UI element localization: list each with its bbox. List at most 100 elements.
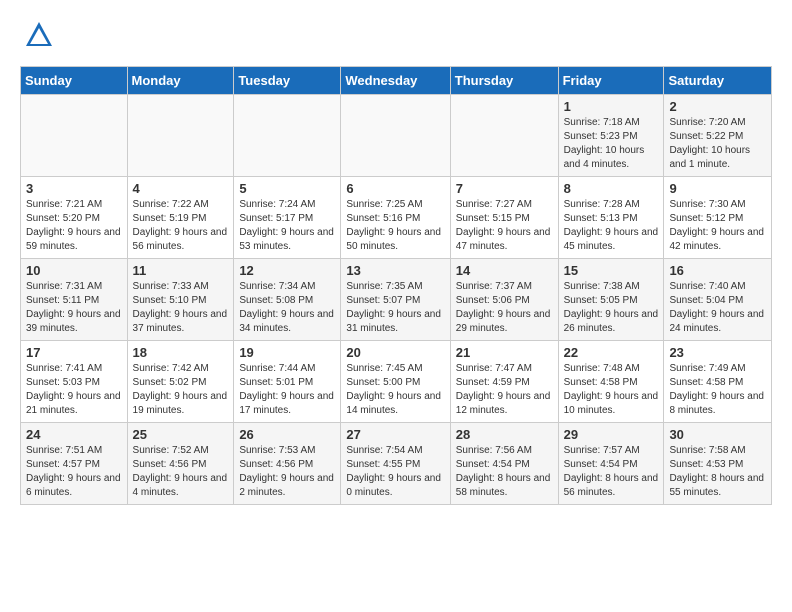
calendar-cell: 10Sunrise: 7:31 AM Sunset: 5:11 PM Dayli… xyxy=(21,259,128,341)
calendar-cell: 20 Sunrise: 7:45 AM Sunset: 5:00 PM Dayli… xyxy=(341,341,450,423)
weekday-header-thursday: Thursday xyxy=(450,67,558,95)
day-info: Sunrise: 7:24 AM Sunset: 5:17 PM Dayligh… xyxy=(239,198,335,254)
day-info: Sunrise: 7:48 AM Sunset: 4:58 PM Dayligh… xyxy=(564,362,659,418)
calendar-cell: 6 Sunrise: 7:25 AM Sunset: 5:16 PM Daylig… xyxy=(341,177,450,259)
day-number: 11 xyxy=(133,263,229,278)
calendar-cell: 15 Sunrise: 7:38 AM Sunset: 5:05 PM Dayli… xyxy=(558,259,664,341)
day-number: 3 xyxy=(26,181,122,196)
calendar-cell: 3 Sunrise: 7:21 AM Sunset: 5:20 PM Daylig… xyxy=(21,177,128,259)
weekday-header-saturday: Saturday xyxy=(664,67,772,95)
day-info: Sunrise: 7:57 AM Sunset: 4:54 PM Dayligh… xyxy=(564,444,659,500)
day-info: Sunrise: 7:21 AM Sunset: 5:20 PM Dayligh… xyxy=(26,198,122,254)
day-info: Sunrise: 7:53 AM Sunset: 4:56 PM Dayligh… xyxy=(239,444,335,500)
day-info: Sunrise: 7:41 AM Sunset: 5:03 PM Dayligh… xyxy=(26,362,122,418)
calendar-cell: 7 Sunrise: 7:27 AM Sunset: 5:15 PM Daylig… xyxy=(450,177,558,259)
weekday-header-wednesday: Wednesday xyxy=(341,67,450,95)
day-number: 5 xyxy=(239,181,335,196)
day-info: Sunrise: 7:25 AM Sunset: 5:16 PM Dayligh… xyxy=(346,198,444,254)
day-info: Sunrise: 7:18 AM Sunset: 5:23 PM Dayligh… xyxy=(564,116,659,172)
calendar-cell: 9 Sunrise: 7:30 AM Sunset: 5:12 PM Daylig… xyxy=(664,177,772,259)
day-number: 1 xyxy=(564,99,659,114)
week-row-3: 17 Sunrise: 7:41 AM Sunset: 5:03 PM Dayli… xyxy=(21,341,772,423)
calendar-cell: 1 Sunrise: 7:18 AM Sunset: 5:23 PM Daylig… xyxy=(558,95,664,177)
day-number: 25 xyxy=(133,427,229,442)
day-info: Sunrise: 7:58 AM Sunset: 4:53 PM Dayligh… xyxy=(669,444,766,500)
day-number: 29 xyxy=(564,427,659,442)
week-row-0: 1 Sunrise: 7:18 AM Sunset: 5:23 PM Daylig… xyxy=(21,95,772,177)
calendar-cell: 12 Sunrise: 7:34 AM Sunset: 5:08 PM Dayli… xyxy=(234,259,341,341)
calendar-cell: 21 Sunrise: 7:47 AM Sunset: 4:59 PM Dayli… xyxy=(450,341,558,423)
day-number: 15 xyxy=(564,263,659,278)
calendar: SundayMondayTuesdayWednesdayThursdayFrid… xyxy=(20,66,772,505)
calendar-cell xyxy=(234,95,341,177)
week-row-1: 3 Sunrise: 7:21 AM Sunset: 5:20 PM Daylig… xyxy=(21,177,772,259)
calendar-cell: 17 Sunrise: 7:41 AM Sunset: 5:03 PM Dayli… xyxy=(21,341,128,423)
day-info: Sunrise: 7:30 AM Sunset: 5:12 PM Dayligh… xyxy=(669,198,766,254)
calendar-cell: 13 Sunrise: 7:35 AM Sunset: 5:07 PM Dayli… xyxy=(341,259,450,341)
calendar-cell: 11Sunrise: 7:33 AM Sunset: 5:10 PM Dayli… xyxy=(127,259,234,341)
day-number: 21 xyxy=(456,345,553,360)
day-info: Sunrise: 7:38 AM Sunset: 5:05 PM Dayligh… xyxy=(564,280,659,336)
day-number: 17 xyxy=(26,345,122,360)
calendar-body: 1 Sunrise: 7:18 AM Sunset: 5:23 PM Daylig… xyxy=(21,95,772,505)
day-info: Sunrise: 7:42 AM Sunset: 5:02 PM Dayligh… xyxy=(133,362,229,418)
calendar-cell xyxy=(450,95,558,177)
day-info: Sunrise: 7:22 AM Sunset: 5:19 PM Dayligh… xyxy=(133,198,229,254)
day-number: 12 xyxy=(239,263,335,278)
day-number: 8 xyxy=(564,181,659,196)
page: SundayMondayTuesdayWednesdayThursdayFrid… xyxy=(0,0,792,525)
day-info: Sunrise: 7:37 AM Sunset: 5:06 PM Dayligh… xyxy=(456,280,553,336)
day-number: 14 xyxy=(456,263,553,278)
day-info: Sunrise: 7:47 AM Sunset: 4:59 PM Dayligh… xyxy=(456,362,553,418)
calendar-cell: 4 Sunrise: 7:22 AM Sunset: 5:19 PM Daylig… xyxy=(127,177,234,259)
day-number: 26 xyxy=(239,427,335,442)
day-number: 24 xyxy=(26,427,122,442)
day-number: 23 xyxy=(669,345,766,360)
calendar-cell xyxy=(341,95,450,177)
day-info: Sunrise: 7:52 AM Sunset: 4:56 PM Dayligh… xyxy=(133,444,229,500)
calendar-cell: 19Sunrise: 7:44 AM Sunset: 5:01 PM Dayli… xyxy=(234,341,341,423)
calendar-cell: 24Sunrise: 7:51 AM Sunset: 4:57 PM Dayli… xyxy=(21,423,128,505)
day-info: Sunrise: 7:54 AM Sunset: 4:55 PM Dayligh… xyxy=(346,444,444,500)
day-info: Sunrise: 7:20 AM Sunset: 5:22 PM Dayligh… xyxy=(669,116,766,172)
calendar-cell: 5 Sunrise: 7:24 AM Sunset: 5:17 PM Daylig… xyxy=(234,177,341,259)
calendar-cell: 22Sunrise: 7:48 AM Sunset: 4:58 PM Dayli… xyxy=(558,341,664,423)
calendar-cell: 23 Sunrise: 7:49 AM Sunset: 4:58 PM Dayli… xyxy=(664,341,772,423)
day-info: Sunrise: 7:49 AM Sunset: 4:58 PM Dayligh… xyxy=(669,362,766,418)
weekday-header-sunday: Sunday xyxy=(21,67,128,95)
calendar-cell: 8 Sunrise: 7:28 AM Sunset: 5:13 PM Daylig… xyxy=(558,177,664,259)
logo-icon xyxy=(24,20,54,50)
day-number: 28 xyxy=(456,427,553,442)
calendar-cell: 18 Sunrise: 7:42 AM Sunset: 5:02 PM Dayli… xyxy=(127,341,234,423)
calendar-cell: 27 Sunrise: 7:54 AM Sunset: 4:55 PM Dayli… xyxy=(341,423,450,505)
calendar-cell: 14 Sunrise: 7:37 AM Sunset: 5:06 PM Dayli… xyxy=(450,259,558,341)
weekday-header-row: SundayMondayTuesdayWednesdayThursdayFrid… xyxy=(21,67,772,95)
day-info: Sunrise: 7:34 AM Sunset: 5:08 PM Dayligh… xyxy=(239,280,335,336)
calendar-cell xyxy=(21,95,128,177)
day-info: Sunrise: 7:35 AM Sunset: 5:07 PM Dayligh… xyxy=(346,280,444,336)
day-number: 9 xyxy=(669,181,766,196)
day-number: 18 xyxy=(133,345,229,360)
weekday-header-monday: Monday xyxy=(127,67,234,95)
calendar-cell: 29 Sunrise: 7:57 AM Sunset: 4:54 PM Dayli… xyxy=(558,423,664,505)
week-row-4: 24Sunrise: 7:51 AM Sunset: 4:57 PM Dayli… xyxy=(21,423,772,505)
calendar-cell: 25 Sunrise: 7:52 AM Sunset: 4:56 PM Dayli… xyxy=(127,423,234,505)
day-info: Sunrise: 7:45 AM Sunset: 5:00 PM Dayligh… xyxy=(346,362,444,418)
day-info: Sunrise: 7:56 AM Sunset: 4:54 PM Dayligh… xyxy=(456,444,553,500)
weekday-header-friday: Friday xyxy=(558,67,664,95)
logo xyxy=(20,20,54,50)
day-number: 4 xyxy=(133,181,229,196)
day-number: 20 xyxy=(346,345,444,360)
day-number: 6 xyxy=(346,181,444,196)
day-info: Sunrise: 7:27 AM Sunset: 5:15 PM Dayligh… xyxy=(456,198,553,254)
calendar-cell: 2Sunrise: 7:20 AM Sunset: 5:22 PM Daylig… xyxy=(664,95,772,177)
calendar-cell xyxy=(127,95,234,177)
day-number: 19 xyxy=(239,345,335,360)
day-number: 13 xyxy=(346,263,444,278)
day-number: 27 xyxy=(346,427,444,442)
day-number: 30 xyxy=(669,427,766,442)
calendar-cell: 26 Sunrise: 7:53 AM Sunset: 4:56 PM Dayli… xyxy=(234,423,341,505)
day-number: 7 xyxy=(456,181,553,196)
day-info: Sunrise: 7:28 AM Sunset: 5:13 PM Dayligh… xyxy=(564,198,659,254)
day-number: 16 xyxy=(669,263,766,278)
